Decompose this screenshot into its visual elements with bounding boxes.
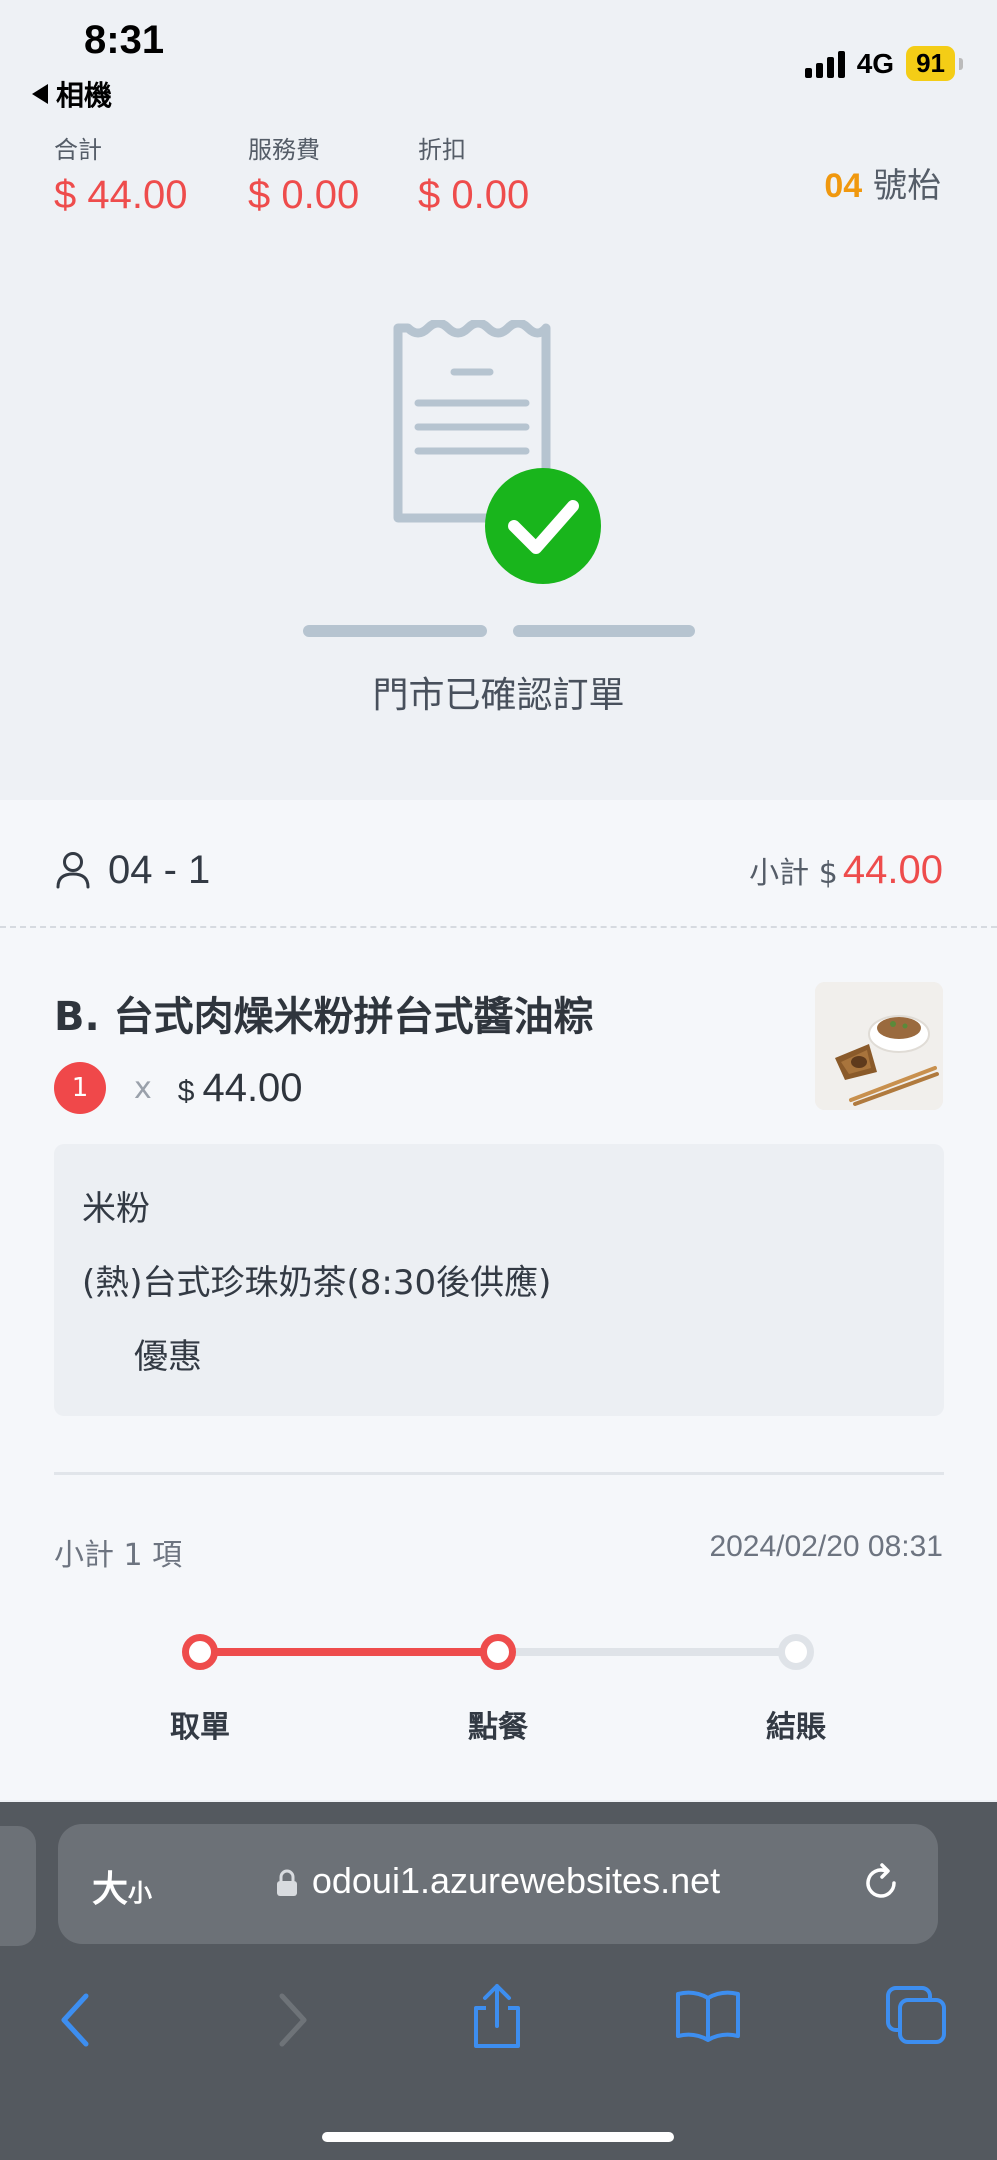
service-fee-value: $ 0.00 [248,173,360,217]
tabs-icon[interactable] [884,1984,948,2046]
forward-chevron-icon[interactable] [272,1990,312,2050]
order-footer: 小計 1 項 2024/02/20 08:31 [54,1530,943,1574]
option-line: 優惠 [134,1337,202,1377]
option-line: (熱)台式珍珠奶茶(8:30後供應) [82,1263,552,1303]
table-number-value: 04 [824,167,863,205]
progress-line-pending [498,1648,796,1656]
total-label: 合計 [54,136,102,164]
battery-level: 91 [906,46,963,81]
address-bar[interactable]: 大小 odoui1.azurewebsites.net [58,1824,938,1944]
item-count: 小計 1 項 [54,1538,183,1573]
discount-block: 折扣 $ 0.00 [418,130,529,218]
status-bar: 8:31 相機 4G 91 [0,0,997,120]
back-app-label: 相機 [56,79,113,112]
cellular-signal-icon [804,50,845,78]
bookmarks-icon[interactable] [674,1988,742,2044]
guest-row: 04 - 1 小計 $ 44.00 [54,840,943,900]
dashed-divider [0,926,997,928]
status-indicators: 4G 91 [804,46,963,81]
order-card: 04 - 1 小計 $ 44.00 B. 台式肉燥米粉拼台式醬油粽 1 x $4… [0,800,997,1800]
share-icon[interactable] [468,1982,526,2050]
item-name: B. 台式肉燥米粉拼台式醬油粽 [54,994,594,1040]
item-options: 米粉 (熱)台式珍珠奶茶(8:30後供應) 優惠 [54,1144,944,1416]
item-thumbnail[interactable] [815,982,943,1110]
service-fee-label: 服務費 [248,136,320,164]
url-display[interactable]: odoui1.azurewebsites.net [58,1860,938,1902]
table-number: 04 號枱 [824,158,941,207]
progress-step-dot [778,1634,814,1670]
discount-value: $ 0.00 [418,173,530,217]
progress-step-label: 取單 [170,1710,230,1745]
order-progress: 取單 點餐 結賬 [0,1620,997,1745]
receipt-confirmed-illustration [303,320,695,637]
progress-step-label: 結賬 [766,1710,826,1745]
url-text: odoui1.azurewebsites.net [311,1860,721,1901]
service-fee-block: 服務費 $ 0.00 [248,130,359,218]
currency-symbol: $ [177,1074,195,1108]
progress-step-dot [182,1634,218,1670]
total-block: 合計 $ 44.00 [54,130,187,218]
home-indicator[interactable] [322,2132,674,2142]
guest-label: 04 - 1 [108,847,211,892]
order-timestamp: 2024/02/20 08:31 [709,1530,943,1563]
quantity-badge: 1 [54,1062,106,1114]
item-quantity-row: 1 x $44.00 [54,1062,303,1114]
option-line: 米粉 [82,1189,150,1229]
discount-label: 折扣 [418,136,466,164]
lock-icon [276,1870,297,1897]
back-to-app-button[interactable]: 相機 [32,74,112,114]
item-price-value: 44.00 [202,1065,303,1110]
table-number-suffix: 號枱 [873,166,941,206]
network-type: 4G [856,47,895,79]
guest-info: 04 - 1 [54,848,210,893]
person-icon [56,852,90,889]
progress-step-label: 點餐 [468,1710,528,1745]
back-triangle-icon [32,84,48,104]
subtotal-label: 小計 $ [749,855,838,891]
reload-icon[interactable] [858,1860,904,1906]
status-time: 8:31 [84,18,165,62]
check-circle-icon [485,468,601,584]
browser-chrome: 大小 odoui1.azurewebsites.net [0,1802,997,2160]
item-price: $44.00 [178,1066,303,1111]
total-value: $ 44.00 [54,173,188,217]
food-photo-image [815,982,943,1110]
progress-line-done [200,1648,498,1656]
confirmation-message: 門市已確認訂單 [372,675,625,716]
progress-step-dot [480,1634,516,1670]
times-symbol: x [134,1070,152,1106]
subtotal-value: 44.00 [842,847,943,892]
back-chevron-icon[interactable] [56,1990,96,2050]
browser-toolbar [0,1966,997,2076]
divider [54,1472,944,1475]
order-summary: 合計 $ 44.00 服務費 $ 0.00 折扣 $ 0.00 04 號枱 [0,130,997,230]
guest-subtotal: 小計 $ 44.00 [749,848,943,893]
previous-tab-edge[interactable] [0,1826,36,1946]
